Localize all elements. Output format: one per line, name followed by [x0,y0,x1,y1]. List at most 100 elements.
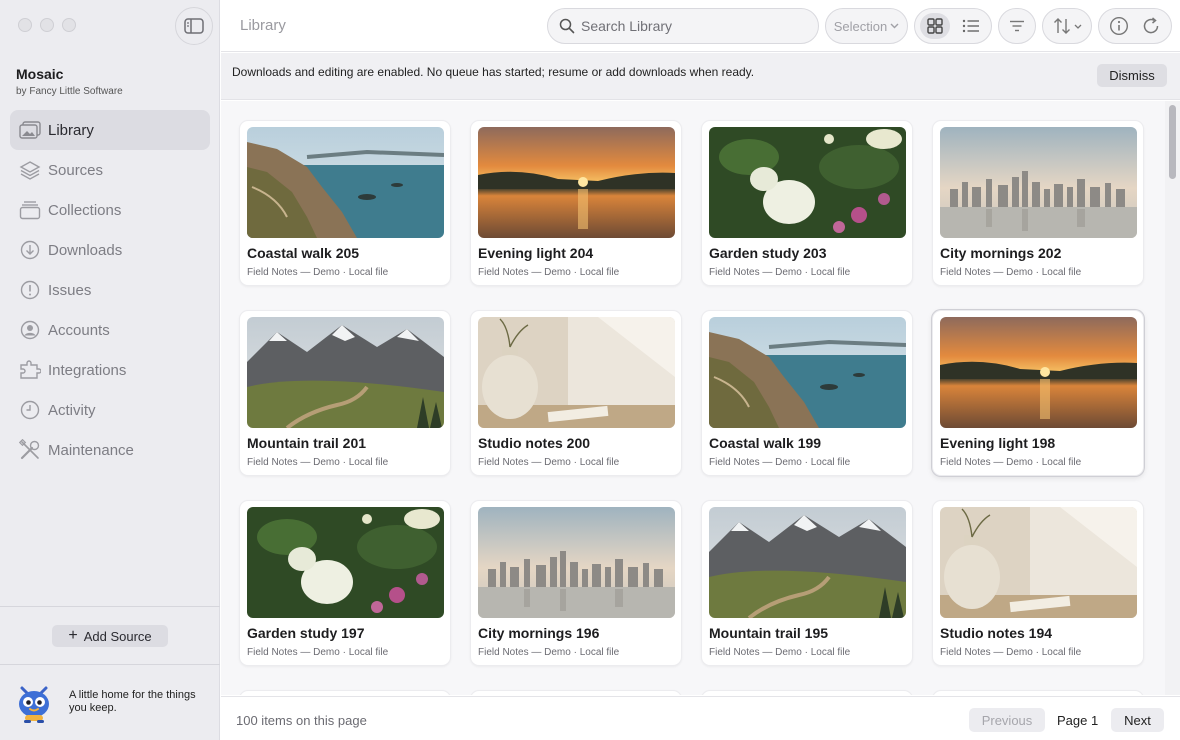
sidebar-item-sources[interactable]: Sources [10,150,210,190]
sidebar-item-label: Library [48,121,94,139]
add-source-button[interactable]: + Add Source [52,625,168,647]
status-banner: Downloads and editing are enabled. No qu… [221,53,1180,100]
next-page-button[interactable]: Next [1111,708,1164,732]
sidebar-item-label: Integrations [48,361,127,379]
sidebar-divider [0,664,220,665]
close-window-button[interactable] [18,18,32,32]
search-field[interactable] [547,8,819,44]
item-thumbnail [940,317,1137,428]
info-refresh-group [1098,8,1172,44]
sidebar-item-maintenance[interactable]: Maintenance [10,430,210,470]
search-icon [559,18,575,34]
minimize-window-button[interactable] [40,18,54,32]
page-indicator: Page 1 [1057,713,1099,728]
sidebar: Mosaic by Fancy Little Software Library … [0,0,220,740]
sidebar-item-collections[interactable]: Collections [10,190,210,230]
sidebar-item-label: Accounts [48,321,110,339]
item-meta: Field Notes — Demo · Local file [247,457,389,468]
library-item-card[interactable]: Coastal walk 205 Field Notes — Demo · Loc… [239,120,451,286]
list-view-button[interactable] [956,13,986,39]
library-item-card[interactable] [470,690,682,695]
library-item-card[interactable]: Mountain trail 201 Field Notes — Demo · L… [239,310,451,476]
selection-label: Selection [833,18,888,34]
sidebar-item-label: Maintenance [48,441,134,459]
item-meta: Field Notes — Demo · Local file [940,647,1082,658]
sidebar-item-activity[interactable]: Activity [10,390,210,430]
person-circle-icon [18,318,42,342]
library-item-card[interactable] [239,690,451,695]
item-meta: Field Notes — Demo · Local file [940,267,1082,278]
library-item-card[interactable] [932,690,1144,695]
refresh-icon[interactable] [1141,16,1161,36]
library-item-card[interactable]: Garden study 203 Field Notes — Demo · Loc… [701,120,913,286]
sidebar-item-integrations[interactable]: Integrations [10,350,210,390]
item-meta: Field Notes — Demo · Local file [478,267,620,278]
item-thumbnail [247,507,444,618]
toolbar: Library Selection [221,0,1180,52]
info-icon[interactable] [1109,16,1129,36]
library-item-card[interactable]: Evening light 204 Field Notes — Demo · Lo… [470,120,682,286]
chevron-down-icon [1074,24,1082,29]
item-meta: Field Notes — Demo · Local file [709,647,851,658]
library-item-card[interactable]: Evening light 198 Field Notes — Demo · Lo… [932,310,1144,476]
library-item-card[interactable]: Coastal walk 199 Field Notes — Demo · Loc… [701,310,913,476]
add-source-label: Add Source [83,628,152,644]
item-thumbnail [709,127,906,238]
item-thumbnail [478,127,675,238]
item-meta: Field Notes — Demo · Local file [247,647,389,658]
item-meta: Field Notes — Demo · Local file [478,457,620,468]
sidebar-item-downloads[interactable]: Downloads [10,230,210,270]
item-thumbnail [709,507,906,618]
zoom-window-button[interactable] [62,18,76,32]
sort-menu-button[interactable] [1042,8,1092,44]
item-title: Evening light 204 [478,245,594,261]
item-title: City mornings 202 [940,245,1062,261]
item-title: Garden study 197 [247,625,365,641]
library-item-card[interactable]: Studio notes 200 Field Notes — Demo · Loc… [470,310,682,476]
library-item-card[interactable]: Mountain trail 195 Field Notes — Demo · L… [701,500,913,666]
filter-lines-icon [1010,20,1024,32]
sidebar-item-label: Issues [48,281,92,299]
dismiss-button[interactable]: Dismiss [1097,64,1167,87]
sidebar-item-accounts[interactable]: Accounts [10,310,210,350]
item-title: City mornings 196 [478,625,600,641]
item-count: 100 items on this page [236,713,367,728]
sidebar-toggle-button[interactable] [175,7,213,45]
library-grid: Coastal walk 205 Field Notes — Demo · Loc… [221,101,1165,695]
grid-icon [927,18,943,34]
window-controls [18,18,76,32]
item-thumbnail [478,317,675,428]
app-name: Mosaic [16,66,64,82]
sidebar-divider [0,606,220,607]
item-meta: Field Notes — Demo · Local file [940,457,1082,468]
photo-library-icon [18,118,42,142]
library-item-card[interactable]: Garden study 197 Field Notes — Demo · Loc… [239,500,451,666]
item-title: Mountain trail 195 [709,625,829,641]
item-meta: Field Notes — Demo · Local file [247,267,389,278]
library-item-card[interactable]: City mornings 202 Field Notes — Demo · Lo… [932,120,1144,286]
item-meta: Field Notes — Demo · Local file [709,267,851,278]
filter-button[interactable] [998,8,1036,44]
selection-menu-button[interactable]: Selection [825,8,908,44]
collections-icon [18,198,42,222]
scrollbar-thumb[interactable] [1169,105,1176,179]
library-item-card[interactable]: City mornings 196 Field Notes — Demo · Lo… [470,500,682,666]
item-title: Coastal walk 205 [247,245,360,261]
download-icon [18,238,42,262]
tools-icon [18,438,42,462]
sidebar-item-issues[interactable]: Issues [10,270,210,310]
page-title: Library [240,17,286,34]
list-icon [962,19,979,33]
item-thumbnail [247,317,444,428]
footer: 100 items on this page Previous Page 1 N… [221,696,1180,740]
item-thumbnail [709,317,906,428]
previous-page-button[interactable]: Previous [969,708,1045,732]
search-input[interactable] [581,18,801,34]
grid-view-button[interactable] [920,13,950,39]
library-item-card[interactable]: Studio notes 194 Field Notes — Demo · Loc… [932,500,1144,666]
sidebar-item-library[interactable]: Library [10,110,210,150]
item-title: Evening light 198 [940,435,1056,451]
vertical-scrollbar[interactable] [1165,101,1180,695]
chevron-down-icon [890,23,899,29]
library-item-card[interactable] [701,690,913,695]
